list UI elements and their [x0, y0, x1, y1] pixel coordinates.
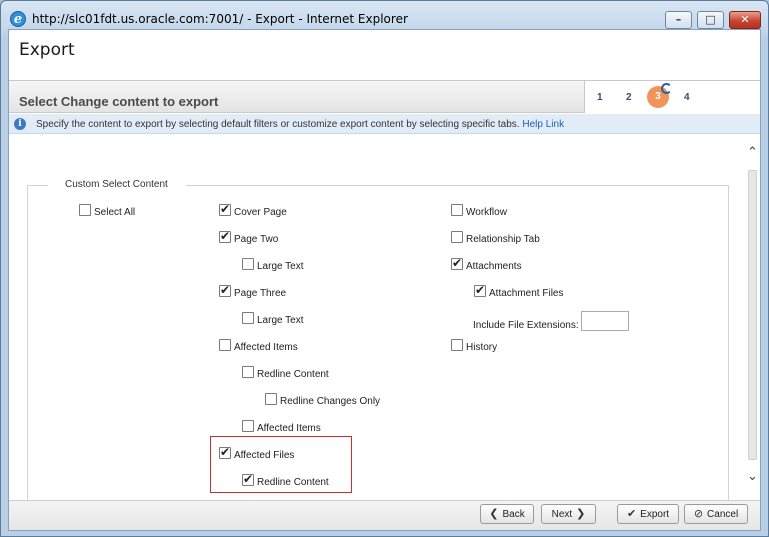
page-three-large-text-checkbox[interactable]	[242, 312, 254, 324]
export-label: Export	[640, 509, 670, 520]
history-label: History	[466, 342, 498, 353]
cover-page-label: Cover Page	[234, 207, 287, 218]
cover-page-checkbox[interactable]	[219, 202, 231, 216]
file-extensions-input[interactable]	[581, 311, 629, 331]
scroll-up-icon[interactable]: ⌃	[745, 146, 760, 160]
affected-items-label: Affected Items	[234, 342, 298, 353]
affected-items-checkbox[interactable]	[219, 339, 231, 351]
step-title: Select Change content to export	[19, 94, 219, 109]
info-bar: i Specify the content to export by selec…	[9, 114, 760, 134]
history-checkbox[interactable]	[451, 339, 463, 351]
attachment-files-checkbox[interactable]	[474, 283, 486, 297]
affected-files-redline-checkbox[interactable]	[242, 472, 254, 486]
maximize-button[interactable]: □	[697, 11, 724, 29]
page-two-label: Page Two	[234, 234, 279, 245]
affected-files-checkbox[interactable]	[219, 445, 231, 459]
select-all-checkbox[interactable]	[79, 204, 91, 216]
cancel-button[interactable]: ⊘ Cancel	[684, 504, 748, 524]
page-three-label: Page Three	[234, 288, 287, 299]
step-2[interactable]: 2	[626, 92, 632, 103]
page-two-large-text-checkbox[interactable]	[242, 258, 254, 270]
redline-content-checkbox[interactable]	[242, 366, 254, 378]
page-two-checkbox[interactable]	[219, 229, 231, 243]
redline-content-label: Redline Content	[257, 369, 329, 380]
page-three-checkbox[interactable]	[219, 283, 231, 297]
page-three-large-text-label: Large Text	[257, 315, 304, 326]
close-button[interactable]: ✕	[729, 11, 761, 29]
help-link[interactable]: Help Link	[522, 119, 564, 130]
chevron-left-icon: ❮	[489, 507, 499, 520]
attachment-files-label: Attachment Files	[489, 288, 564, 299]
custom-select-content-group	[27, 185, 729, 500]
section-title: Custom Select Content	[48, 179, 186, 190]
minimize-button[interactable]: –	[665, 11, 692, 29]
attachments-label: Attachments	[466, 261, 522, 272]
redline-changes-only-checkbox[interactable]	[265, 393, 277, 405]
back-button[interactable]: ❮ Back	[480, 504, 534, 524]
workflow-checkbox[interactable]	[451, 204, 463, 216]
scroll-down-icon[interactable]: ⌄	[745, 470, 760, 484]
relationship-tab-label: Relationship Tab	[466, 234, 540, 245]
next-button[interactable]: Next ❯	[541, 504, 596, 524]
dialog-content: Export Select Change content to export 1…	[8, 29, 761, 531]
redline-changes-only-label: Redline Changes Only	[280, 396, 381, 407]
page-two-large-text-label: Large Text	[257, 261, 304, 272]
export-button[interactable]: ✔ Export	[617, 504, 679, 524]
affected-files-redline-label: Redline Content	[257, 477, 329, 488]
info-text: Specify the content to export by selecti…	[36, 119, 520, 130]
step-4[interactable]: 4	[684, 92, 690, 103]
cancel-label: Cancel	[707, 509, 739, 520]
refresh-icon	[661, 83, 672, 94]
affected-items-sub-checkbox[interactable]	[242, 420, 254, 432]
ie-window: e http://slc01fdt.us.oracle.com:7001/ - …	[0, 0, 769, 537]
dialog-title: Export	[19, 40, 75, 60]
cancel-icon: ⊘	[693, 507, 704, 520]
internet-explorer-icon: e	[10, 11, 26, 27]
step-1[interactable]: 1	[597, 92, 603, 103]
select-all-label: Select All	[94, 207, 136, 218]
attachments-checkbox[interactable]	[451, 256, 463, 270]
info-message: Specify the content to export by selecti…	[36, 119, 564, 130]
vertical-scrollbar[interactable]: ⌃ ⌄	[745, 146, 760, 489]
scroll-track[interactable]	[748, 170, 757, 460]
include-file-extensions-label: Include File Extensions:	[473, 320, 579, 331]
window-title: http://slc01fdt.us.oracle.com:7001/ - Ex…	[32, 12, 408, 26]
step-bar: Select Change content to export 1 2 3 4	[9, 80, 760, 113]
chevron-right-icon: ❯	[576, 507, 586, 520]
next-label: Next	[551, 509, 573, 520]
dialog-footer: ❮ Back Next ❯ ✔ Export ⊘ Cancel	[9, 500, 760, 530]
relationship-tab-checkbox[interactable]	[451, 231, 463, 243]
back-label: Back	[502, 509, 525, 520]
step-indicator: 1 2 3 4	[584, 81, 760, 113]
info-icon: i	[14, 118, 26, 130]
workflow-label: Workflow	[466, 207, 507, 218]
affected-items-sub-label: Affected Items	[257, 423, 321, 434]
affected-files-label: Affected Files	[234, 450, 295, 461]
checkmark-icon: ✔	[626, 507, 637, 520]
